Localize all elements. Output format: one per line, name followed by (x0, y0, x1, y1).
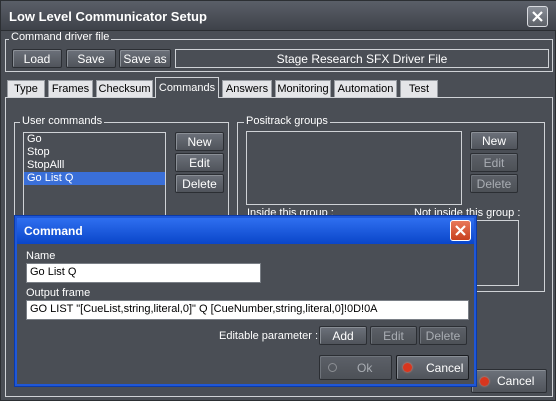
tab-checksum[interactable]: Checksum (96, 80, 153, 97)
tab-type[interactable]: Type (7, 80, 45, 97)
dialog-cancel-button[interactable]: Cancel (396, 355, 469, 380)
list-item-selected[interactable]: Go List Q (24, 172, 165, 185)
ok-button[interactable]: Ok (319, 355, 392, 380)
user-commands-group-label: User commands (20, 115, 105, 127)
list-item[interactable]: Stop (24, 146, 165, 159)
edit-parameter-button[interactable]: Edit (370, 326, 417, 345)
output-frame-label: Output frame (26, 287, 91, 299)
main-cancel-label: Cancel (497, 374, 535, 388)
cancel-indicator-icon (403, 363, 412, 372)
window-titlebar[interactable]: Low Level Communicator Setup (1, 1, 556, 31)
tab-test[interactable]: Test (400, 80, 438, 97)
dialog-close-button[interactable] (450, 220, 471, 241)
window-title: Low Level Communicator Setup (9, 9, 207, 24)
ok-label: Ok (357, 360, 373, 375)
cancel-indicator-icon (480, 376, 489, 386)
delete-parameter-button[interactable]: Delete (419, 326, 467, 345)
positrack-list[interactable] (246, 131, 462, 205)
name-field-label: Name (26, 250, 56, 262)
tab-answers[interactable]: Answers (222, 80, 272, 97)
not-inside-group-list[interactable] (471, 220, 519, 286)
tab-monitoring[interactable]: Monitoring (275, 80, 331, 97)
window-close-button[interactable] (527, 6, 548, 27)
save-as-button[interactable]: Save as (119, 49, 171, 68)
list-item[interactable]: StopAlll (24, 159, 165, 172)
new-positrack-button[interactable]: New (470, 131, 518, 150)
new-command-button[interactable]: New (175, 132, 224, 151)
driver-file-group-label: Command driver file (9, 31, 112, 43)
delete-command-button[interactable]: Delete (175, 174, 224, 193)
add-parameter-button[interactable]: Add (319, 326, 367, 345)
output-frame-field[interactable]: GO LIST "[CueList,string,literal,0]" Q [… (26, 300, 469, 320)
tab-automation[interactable]: Automation (334, 80, 397, 97)
close-icon (532, 11, 543, 22)
save-button[interactable]: Save (66, 49, 116, 68)
edit-command-button[interactable]: Edit (175, 153, 224, 172)
command-dialog: Command Name Go List Q Output frame GO L… (15, 216, 476, 386)
list-item[interactable]: Go (24, 133, 165, 146)
ok-indicator-icon (328, 363, 337, 372)
positrack-group-label: Positrack groups (244, 115, 330, 127)
tab-commands[interactable]: Commands (155, 77, 219, 98)
dialog-cancel-label: Cancel (426, 360, 464, 375)
dialog-title: Command (24, 224, 83, 238)
edit-positrack-button[interactable]: Edit (470, 153, 518, 172)
main-cancel-button[interactable]: Cancel (471, 369, 547, 393)
driver-file-name: Stage Research SFX Driver File (175, 49, 549, 68)
tab-frames[interactable]: Frames (48, 80, 93, 97)
editable-parameter-label: Editable parameter : (219, 330, 319, 342)
dialog-titlebar[interactable]: Command (17, 218, 474, 244)
close-icon (455, 225, 466, 236)
load-button[interactable]: Load (12, 49, 62, 68)
delete-positrack-button[interactable]: Delete (470, 174, 518, 193)
name-field[interactable]: Go List Q (26, 263, 261, 283)
user-commands-list[interactable]: Go Stop StopAlll Go List Q (23, 132, 166, 220)
